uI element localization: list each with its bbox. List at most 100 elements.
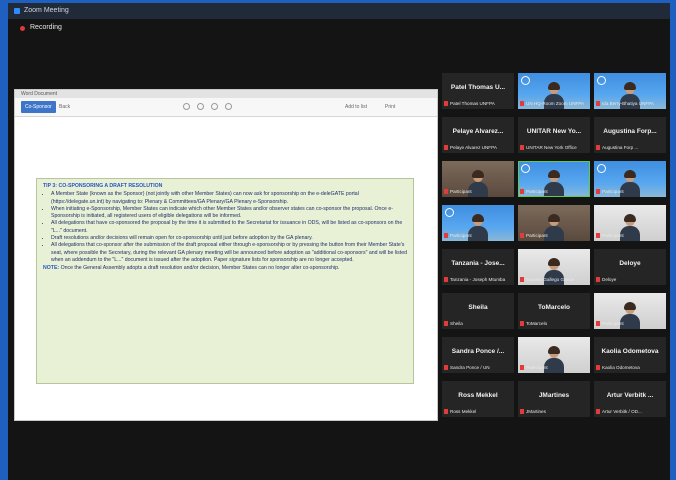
muted-mic-icon — [520, 321, 524, 326]
muted-mic-icon — [596, 145, 600, 150]
note-label: NOTE: — [43, 265, 60, 272]
participant-display-name: ToMarcelo — [537, 304, 571, 311]
share-window-title: Word Document — [15, 90, 437, 98]
fit-page-icon[interactable] — [225, 103, 232, 110]
muted-mic-icon — [596, 321, 600, 326]
participant-tile[interactable]: Ida Berry-Bhatiya UNFPA — [594, 73, 666, 109]
participant-label-text: Patel Thomas UNFPA — [450, 101, 495, 106]
participant-tile[interactable]: Participant — [518, 161, 590, 197]
muted-mic-icon — [444, 277, 448, 282]
participant-tile[interactable]: JMartines JMartines — [518, 381, 590, 417]
participant-display-name: Pelaye Alvarez... — [452, 128, 504, 135]
participant-label-text: Maxime Gallego Garcia — [526, 277, 574, 282]
participant-tile[interactable]: Kaolia Odometova Kaolia Odometova — [594, 337, 666, 373]
participant-display-name: Artur Verbitk ... — [606, 392, 654, 399]
participant-label-text: Ida Berry-Bhatiya UNFPA — [602, 101, 654, 106]
window-title: Zoom Meeting — [24, 7, 69, 14]
recording-label: Recording — [30, 24, 62, 31]
muted-mic-icon — [520, 145, 524, 150]
tip-list: A Member State (known as the Sponsor) (n… — [43, 191, 407, 264]
tip-item: All delegations that have co-sponsored t… — [51, 220, 407, 235]
muted-mic-icon — [596, 409, 600, 414]
back-button[interactable]: Back — [59, 101, 70, 113]
participant-label-text: UN HQ-Room Zoom UNFPA — [526, 101, 585, 106]
print-button[interactable]: Print — [385, 101, 395, 113]
participant-tile[interactable]: Deloye Deloye — [594, 249, 666, 285]
tip-note: NOTE: Once the General Assembly adopts a… — [43, 265, 407, 272]
muted-mic-icon — [520, 101, 524, 106]
participant-label-text: Sandra Ponce / UN — [450, 365, 490, 370]
un-logo-icon — [521, 76, 530, 85]
zoom-out-icon[interactable] — [197, 103, 204, 110]
participant-name-label: Participant — [596, 232, 664, 239]
participant-name-label: Participant — [596, 320, 664, 327]
muted-mic-icon — [596, 189, 600, 194]
participant-name-label: Deloye — [596, 276, 664, 283]
participant-label-text: Ross Mekkel — [450, 409, 477, 414]
participant-tile[interactable]: Participant — [594, 205, 666, 241]
participant-tile[interactable]: Participant — [594, 161, 666, 197]
zoom-app-icon — [14, 8, 20, 14]
zoom-in-icon[interactable] — [211, 103, 218, 110]
participant-name-label: Participant — [520, 232, 588, 239]
participant-name-label: Sheila — [444, 320, 512, 327]
participant-tile[interactable]: Participant — [442, 205, 514, 241]
co-sponsor-button[interactable]: Co-Sponsor — [21, 101, 56, 113]
participant-name-label: Pelaye Alvarez UNFPA — [444, 144, 512, 151]
participant-tile[interactable]: Participant — [442, 161, 514, 197]
participant-name-label: UN HQ-Room Zoom UNFPA — [520, 100, 588, 107]
monitor-screen: Zoom Meeting Recording Word Document Co-… — [8, 3, 670, 480]
participant-label-text: Participant — [526, 365, 548, 370]
participant-label-text: Participant — [602, 321, 624, 326]
participant-tile[interactable]: ToMarcelo ToMarcelo — [518, 293, 590, 329]
participant-display-name: Ross Mekkel — [458, 392, 498, 399]
participant-tile[interactable]: Participant — [518, 205, 590, 241]
participant-label-text: ToMarcelo — [526, 321, 548, 326]
participant-display-name: Tanzania - Jose... — [451, 260, 505, 267]
participant-tile[interactable]: Ross Mekkel Ross Mekkel — [442, 381, 514, 417]
recording-indicator[interactable]: Recording — [8, 19, 670, 37]
search-icon[interactable] — [183, 103, 190, 110]
participant-tile[interactable]: Augustina Forp... Augustina Forp ... — [594, 117, 666, 153]
screen-bottom-bezel — [8, 434, 670, 480]
muted-mic-icon — [444, 365, 448, 370]
participant-label-text: Deloye — [602, 277, 617, 282]
muted-mic-icon — [444, 321, 448, 326]
un-logo-icon — [597, 76, 606, 85]
muted-mic-icon — [520, 365, 524, 370]
participant-name-label: UNITAR New York Office — [520, 144, 588, 151]
participant-tile[interactable]: UNITAR New Yo... UNITAR New York Office — [518, 117, 590, 153]
participant-tile[interactable]: Sheila Sheila — [442, 293, 514, 329]
muted-mic-icon — [444, 409, 448, 414]
tip-item: Draft resolutions and/or decisions will … — [51, 235, 407, 242]
participant-tile[interactable]: Patel Thomas U... Patel Thomas UNFPA — [442, 73, 514, 109]
muted-mic-icon — [520, 233, 524, 238]
shared-document-window: Word Document Co-Sponsor Back Add to lis… — [14, 89, 438, 421]
participant-tile[interactable]: UN HQ-Room Zoom UNFPA — [518, 73, 590, 109]
participant-tile[interactable]: Artur Verbitk ... Artur Verbitk / OD... — [594, 381, 666, 417]
muted-mic-icon — [596, 277, 600, 282]
participant-name-label: Participant — [444, 188, 512, 195]
participant-tile[interactable]: Participant — [594, 293, 666, 329]
participant-display-name: UNITAR New Yo... — [526, 128, 582, 135]
participant-label-text: Participant — [450, 189, 472, 194]
participant-tile[interactable]: Tanzania - Jose... Tanzania - Joseph Mtum… — [442, 249, 514, 285]
participant-name-label: Ross Mekkel — [444, 408, 512, 415]
participant-name-label: Sandra Ponce / UN — [444, 364, 512, 371]
participant-tile[interactable]: Pelaye Alvarez... Pelaye Alvarez UNFPA — [442, 117, 514, 153]
participant-label-text: Participant — [450, 233, 472, 238]
participant-name-label: Participant — [520, 364, 588, 371]
participant-label-text: Pelaye Alvarez UNFPA — [450, 145, 497, 150]
participant-tile[interactable]: Maxime Gallego Garcia — [518, 249, 590, 285]
muted-mic-icon — [444, 189, 448, 194]
participant-tile[interactable]: Participant — [518, 337, 590, 373]
participant-tile[interactable]: Sandra Ponce /... Sandra Ponce / UN — [442, 337, 514, 373]
un-logo-icon — [445, 208, 454, 217]
tip-box: TIP 3: CO-SPONSORING A DRAFT RESOLUTION … — [36, 178, 414, 384]
tip-heading: TIP 3: CO-SPONSORING A DRAFT RESOLUTION — [43, 183, 163, 189]
participant-display-name: Augustina Forp... — [603, 128, 657, 135]
title-bar: Zoom Meeting — [8, 3, 670, 19]
muted-mic-icon — [444, 145, 448, 150]
note-text: Once the General Assembly adopts a draft… — [60, 265, 340, 272]
add-to-list-button[interactable]: Add to list — [345, 101, 367, 113]
